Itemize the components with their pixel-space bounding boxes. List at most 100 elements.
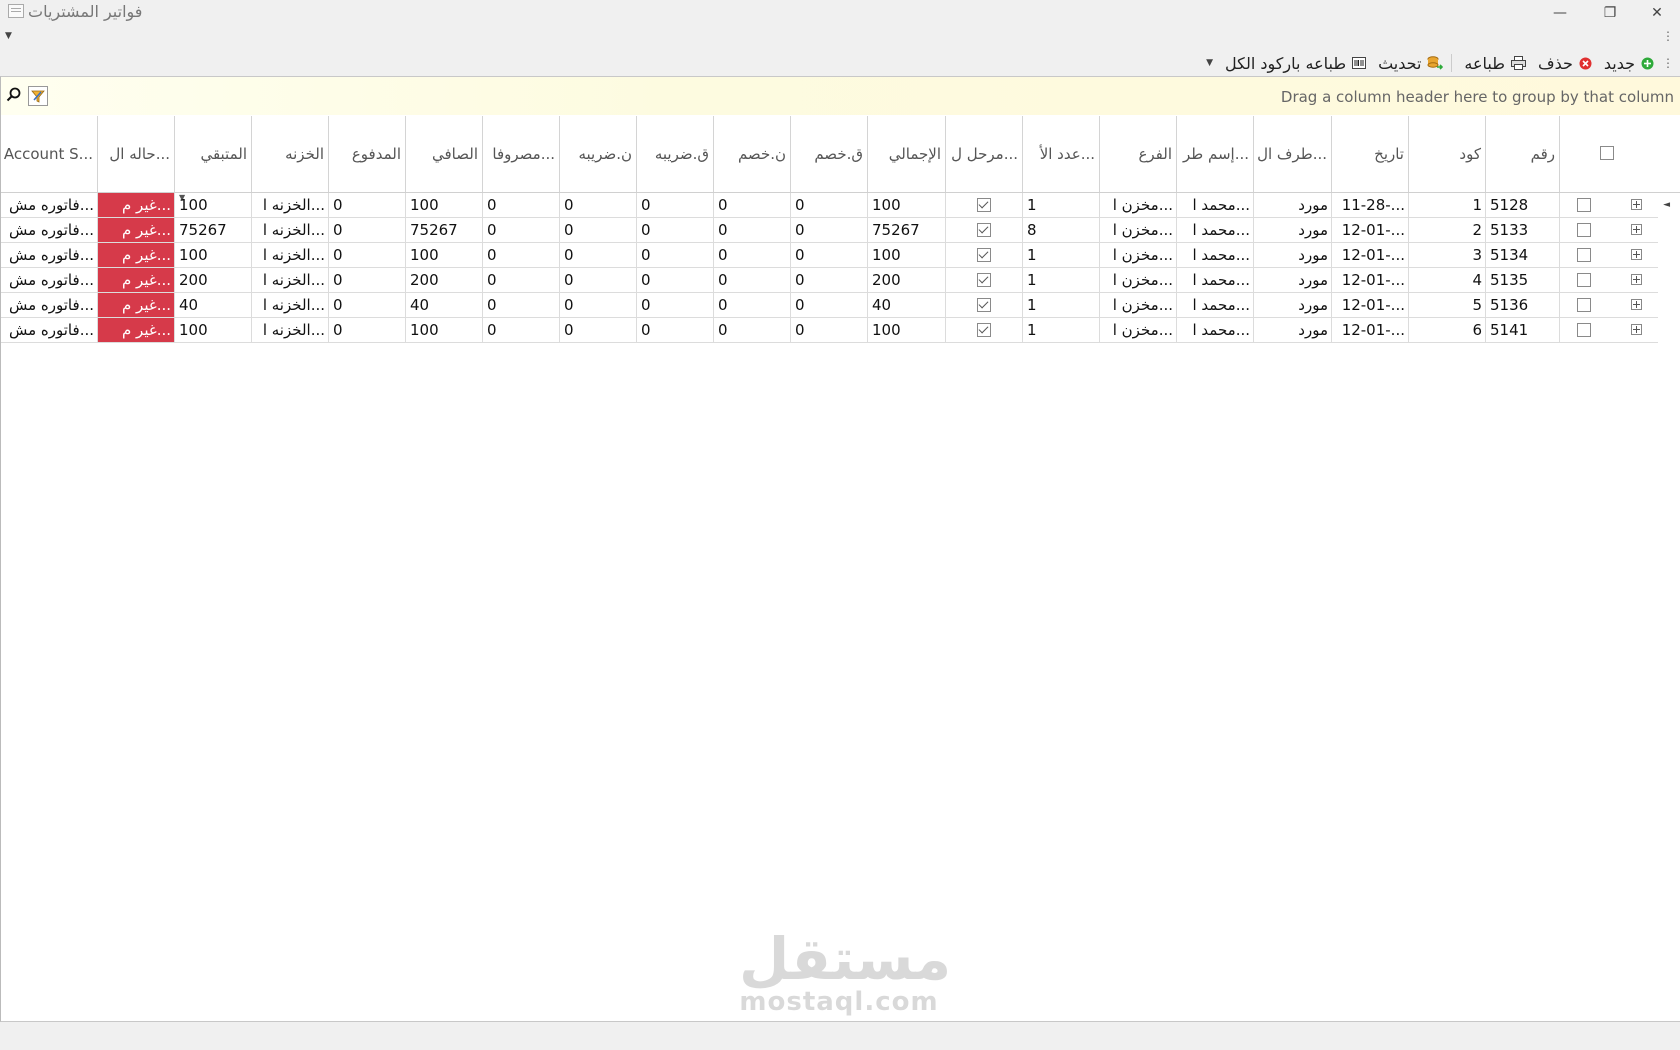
cell-treasury[interactable]: الخزنه ا... — [251, 293, 328, 318]
cell-expenses[interactable]: 0 — [482, 268, 559, 293]
cell-date[interactable]: 12-01-... — [1331, 243, 1408, 268]
header-col-date[interactable]: تاريخ — [1331, 116, 1408, 192]
cell-treasury[interactable]: الخزنه ا... — [251, 268, 328, 293]
cell-account[interactable]: فاتوره مش... — [1, 318, 97, 343]
cell-branch[interactable]: مخزن ا... — [1099, 293, 1176, 318]
header-col-paid[interactable]: المدفوع — [328, 116, 405, 192]
cell-tax-percent[interactable]: 0 — [559, 268, 636, 293]
cell-net[interactable]: 40 — [405, 293, 482, 318]
cell-account[interactable]: فاتوره مش... — [1, 293, 97, 318]
search-icon[interactable] — [6, 87, 21, 106]
cell-remaining[interactable]: 100 — [174, 318, 251, 343]
cell-paid[interactable]: 0 — [328, 243, 405, 268]
cell-discount-value[interactable]: 0 — [790, 193, 867, 218]
header-col-net[interactable]: الصافي — [405, 116, 482, 192]
header-col-account[interactable]: Account S... — [1, 116, 97, 192]
header-col-items-count[interactable]: عدد الأ... — [1022, 116, 1099, 192]
posted-checkbox-icon[interactable] — [977, 197, 991, 212]
cell-account[interactable]: فاتوره مش... — [1, 268, 97, 293]
cell-discount-percent[interactable]: 0 — [713, 243, 790, 268]
cell-posted[interactable] — [945, 243, 1022, 268]
cell-items-count[interactable]: 1 — [1022, 293, 1099, 318]
header-col-discount-value[interactable]: ق.خصم — [790, 116, 867, 192]
cell-status[interactable]: غير م... — [97, 318, 174, 343]
cell-treasury[interactable]: الخزنه ا... — [251, 193, 328, 218]
cell-branch[interactable]: مخزن ا... — [1099, 243, 1176, 268]
cell-expenses[interactable]: 0 — [482, 293, 559, 318]
table-row[interactable]: 5133 2 12-01-... مورد محمد ا... مخزن ا... 8 752… — [1, 218, 1680, 243]
expand-icon[interactable] — [1630, 224, 1642, 235]
cell-number[interactable]: 5134 — [1485, 243, 1559, 268]
cell-items-count[interactable]: 1 — [1022, 193, 1099, 218]
new-button[interactable]: جديد — [1604, 54, 1654, 73]
table-row[interactable]: 5141 6 12-01-... مورد محمد ا... مخزن ا... 1 100… — [1, 318, 1680, 343]
cell-number[interactable]: 5141 — [1485, 318, 1559, 343]
cell-account[interactable]: فاتوره مش... — [1, 218, 97, 243]
cell-total[interactable]: 40 — [867, 293, 945, 318]
cell-posted[interactable] — [945, 318, 1022, 343]
table-row[interactable]: 5136 5 12-01-... مورد محمد ا... مخزن ا... 1 40 0… — [1, 293, 1680, 318]
posted-checkbox-icon[interactable] — [977, 322, 991, 337]
cell-paid[interactable]: 0 — [328, 268, 405, 293]
cell-items-count[interactable]: 1 — [1022, 268, 1099, 293]
header-col-branch[interactable]: الفرع — [1099, 116, 1176, 192]
cell-total[interactable]: 75267 — [867, 218, 945, 243]
header-col-total[interactable]: الإجمالي — [867, 116, 945, 192]
cell-expenses[interactable]: 0 — [482, 318, 559, 343]
cell-posted[interactable] — [945, 193, 1022, 218]
row-checkbox-icon[interactable] — [1576, 297, 1591, 312]
cell-expenses[interactable]: 0 — [482, 243, 559, 268]
cell-party-name[interactable]: محمد ا... — [1176, 268, 1253, 293]
cell-branch[interactable]: مخزن ا... — [1099, 318, 1176, 343]
cell-branch[interactable]: مخزن ا... — [1099, 193, 1176, 218]
header-col-party-type[interactable]: طرف ال... — [1253, 116, 1331, 192]
cell-tax-value[interactable]: 0 — [636, 218, 713, 243]
cell-tax-value[interactable]: 0 — [636, 193, 713, 218]
cell-party-name[interactable]: محمد ا... — [1176, 318, 1253, 343]
print-button[interactable]: طباعه — [1464, 54, 1526, 73]
header-col-discount-percent[interactable]: ن.خصم — [713, 116, 790, 192]
cell-tax-percent[interactable]: 0 — [559, 193, 636, 218]
header-col-posted[interactable]: مرحل ل... — [945, 116, 1022, 192]
cell-total[interactable]: 100 — [867, 318, 945, 343]
delete-button[interactable]: حذف — [1538, 54, 1592, 73]
header-col-party-name[interactable]: إسم طر... — [1176, 116, 1253, 192]
cell-net[interactable]: 75267 — [405, 218, 482, 243]
filter-icon[interactable] — [28, 86, 48, 106]
cell-tax-percent[interactable]: 0 — [559, 218, 636, 243]
cell-net[interactable]: 100 — [405, 318, 482, 343]
cell-discount-percent[interactable]: 0 — [713, 268, 790, 293]
cell-total[interactable]: 100 — [867, 243, 945, 268]
cell-code[interactable]: 1 — [1408, 193, 1485, 218]
cell-remaining[interactable]: 200 — [174, 268, 251, 293]
cell-code[interactable]: 2 — [1408, 218, 1485, 243]
cell-discount-percent[interactable]: 0 — [713, 293, 790, 318]
cell-expenses[interactable]: 0 — [482, 193, 559, 218]
group-panel[interactable]: Drag a column header here to group by th… — [1, 77, 1680, 115]
cell-treasury[interactable]: الخزنه ا... — [251, 243, 328, 268]
expand-icon[interactable] — [1630, 299, 1642, 310]
table-row[interactable]: ◄ 5128 1 11-28-... مورد محمد ا... مخزن ا... 1 10… — [1, 193, 1680, 218]
cell-code[interactable]: 4 — [1408, 268, 1485, 293]
cell-treasury[interactable]: الخزنه ا... — [251, 218, 328, 243]
posted-checkbox-icon[interactable] — [977, 247, 991, 262]
cell-party-name[interactable]: محمد ا... — [1176, 243, 1253, 268]
cell-tax-value[interactable]: 0 — [636, 293, 713, 318]
toolbar-dropdown-icon[interactable]: ▼ — [1206, 58, 1213, 68]
header-col-status[interactable]: حاله ال... — [97, 116, 174, 192]
cell-tax-percent[interactable]: 0 — [559, 318, 636, 343]
header-col-tax-value[interactable]: ق.ضريبه — [636, 116, 713, 192]
cell-code[interactable]: 3 — [1408, 243, 1485, 268]
cell-tax-value[interactable]: 0 — [636, 268, 713, 293]
row-checkbox-icon[interactable] — [1576, 322, 1591, 337]
cell-discount-value[interactable]: 0 — [790, 243, 867, 268]
select-all-checkbox-icon[interactable] — [1600, 146, 1614, 160]
cell-net[interactable]: 200 — [405, 268, 482, 293]
cell-party-type[interactable]: مورد — [1253, 318, 1331, 343]
row-checkbox-icon[interactable] — [1576, 272, 1591, 287]
posted-checkbox-icon[interactable] — [977, 297, 991, 312]
expand-icon[interactable] — [1630, 249, 1642, 260]
cell-posted[interactable] — [945, 293, 1022, 318]
cell-tax-percent[interactable]: 0 — [559, 293, 636, 318]
cell-discount-value[interactable]: 0 — [790, 293, 867, 318]
